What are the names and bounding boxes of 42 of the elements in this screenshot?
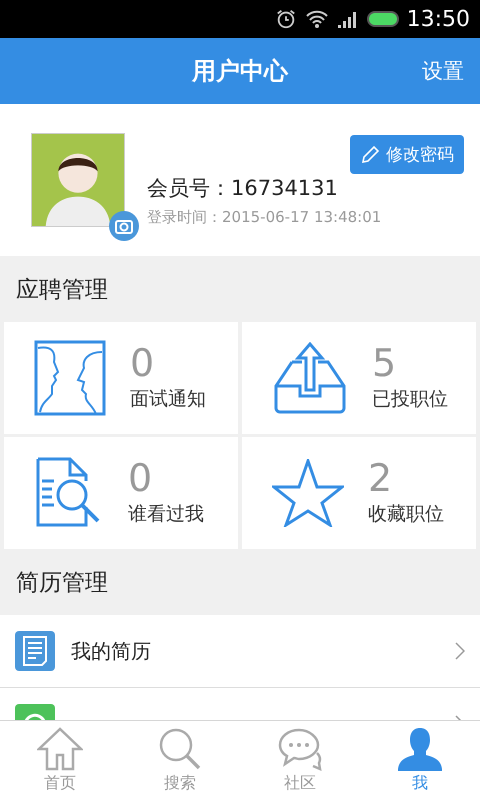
change-password-button[interactable]: 修改密码 (350, 135, 464, 174)
stat-count: 0 (128, 459, 154, 497)
search-icon (158, 727, 202, 771)
stat-tile[interactable]: 0 谁看过我 (4, 437, 238, 549)
settings-link[interactable]: 设置 (422, 57, 464, 85)
member-number: 会员号：16734131 (147, 174, 339, 202)
face-profiles-icon (34, 340, 106, 416)
pencil-icon (360, 144, 380, 164)
stat-count: 0 (130, 344, 156, 382)
stat-tile[interactable]: 0 面试通知 (4, 322, 238, 434)
tab[interactable]: 我 (360, 721, 480, 800)
menu-row[interactable]: 我的简历 (0, 615, 480, 688)
stat-tile[interactable]: 5 已投职位 (242, 322, 476, 434)
stat-count: 5 (372, 344, 398, 382)
person-icon (397, 727, 443, 771)
status-time: 13:50 (406, 6, 470, 32)
stat-label: 面试通知 (130, 387, 206, 412)
signal-icon (336, 9, 359, 29)
camera-icon[interactable] (109, 211, 139, 241)
stat-label: 谁看过我 (128, 502, 204, 527)
tab[interactable]: 社区 (240, 721, 360, 800)
stat-label: 已投职位 (372, 387, 448, 412)
avatar-icon (31, 133, 125, 227)
star-icon (272, 459, 344, 527)
document-icon (15, 631, 55, 671)
stat-tile[interactable]: 2 收藏职位 (242, 437, 476, 549)
page-title: 用户中心 (192, 56, 288, 87)
menu-label: 我的简历 (71, 638, 152, 664)
chevron-icon (455, 642, 465, 660)
login-time: 登录时间：2015-06-17 13:48:01 (147, 208, 382, 226)
section-title: 应聘管理 (15, 276, 109, 304)
section-title: 简历管理 (15, 568, 109, 598)
chat-bubbles-icon (277, 727, 323, 771)
stat-label: 收藏职位 (368, 502, 444, 527)
stat-count: 2 (368, 459, 394, 497)
wifi-icon (304, 9, 329, 29)
tray-upload-icon (272, 342, 348, 414)
tab[interactable]: 搜索 (120, 721, 240, 800)
tab[interactable]: 首页 (0, 721, 120, 800)
home-icon (37, 727, 83, 771)
battery-icon (366, 11, 399, 27)
alarm-icon (274, 8, 297, 30)
